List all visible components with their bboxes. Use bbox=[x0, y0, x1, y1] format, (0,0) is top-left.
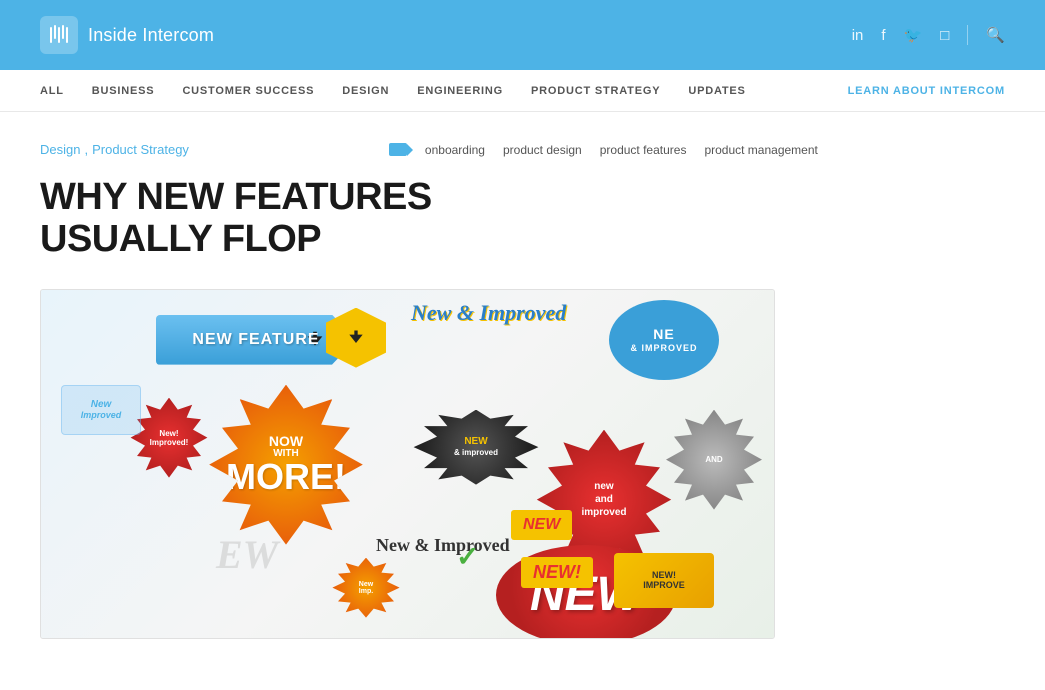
category-tags: Design , Product Strategy bbox=[40, 142, 189, 157]
nav-item-design[interactable]: DESIGN bbox=[328, 70, 403, 112]
badge-grey-starburst: AND bbox=[664, 410, 764, 510]
article-hero-image: NEW FEATURE New & Improved NE & IMPRO bbox=[40, 289, 775, 639]
header-divider bbox=[967, 25, 968, 45]
filter-tags: onboarding product design product featur… bbox=[389, 143, 818, 157]
filter-tag-product-management[interactable]: product management bbox=[704, 143, 817, 157]
nav-item-business[interactable]: BUSINESS bbox=[78, 70, 169, 112]
linkedin-icon[interactable]: in bbox=[852, 27, 864, 44]
facebook-icon[interactable]: f bbox=[881, 27, 885, 44]
badge-new-improved-bottomright: NEW! IMPROVE bbox=[614, 553, 714, 608]
filter-tag-product-features[interactable]: product features bbox=[600, 143, 687, 157]
nav-item-customer-success[interactable]: CUSTOMER SUCCESS bbox=[168, 70, 328, 112]
nav-item-all[interactable]: ALL bbox=[40, 70, 78, 112]
badge-new-blue-script: New Improved bbox=[61, 385, 141, 435]
twitter-icon[interactable]: 🐦 bbox=[904, 26, 923, 44]
tags-row: Design , Product Strategy onboarding pro… bbox=[40, 142, 1005, 157]
badge-new-improved-small: New!Improved! bbox=[129, 398, 209, 478]
rss-icon[interactable]: □ bbox=[940, 27, 949, 44]
nav-item-engineering[interactable]: ENGINEERING bbox=[403, 70, 517, 112]
logo-area[interactable]: Inside Intercom bbox=[40, 16, 214, 54]
badge-new-improved-handwritten: New & Improved bbox=[376, 535, 510, 556]
badge-new-improved-script: New & Improved bbox=[411, 300, 566, 326]
header: Inside Intercom in f 🐦 □ 🔍 bbox=[0, 0, 1045, 70]
header-right: in f 🐦 □ 🔍 bbox=[852, 25, 1005, 45]
logo-icon bbox=[40, 16, 78, 54]
design-tag-link[interactable]: Design bbox=[40, 142, 80, 157]
badge-new-bottom-yellow: NEW! bbox=[521, 557, 593, 588]
tag-label-icon bbox=[389, 143, 407, 156]
collage: NEW FEATURE New & Improved NE & IMPRO bbox=[41, 290, 774, 638]
badge-new-yellow: NEW bbox=[511, 510, 572, 540]
tag-separator: , bbox=[84, 142, 88, 157]
badge-new-improved-black: NEW & improved bbox=[411, 410, 541, 485]
badge-small-bottom: NewImp. bbox=[331, 558, 401, 618]
filter-tag-product-design[interactable]: product design bbox=[503, 143, 582, 157]
article-content: Design , Product Strategy onboarding pro… bbox=[0, 112, 1045, 669]
article-title: WHY NEW FEATURES USUALLY FLOP bbox=[40, 177, 540, 261]
filter-tag-onboarding[interactable]: onboarding bbox=[425, 143, 485, 157]
search-icon[interactable]: 🔍 bbox=[986, 26, 1005, 44]
main-nav: ALL BUSINESS CUSTOMER SUCCESS DESIGN ENG… bbox=[0, 70, 1045, 112]
logo-text: Inside Intercom bbox=[88, 25, 214, 46]
nav-item-updates[interactable]: UPDATES bbox=[674, 70, 759, 112]
product-strategy-tag-link[interactable]: Product Strategy bbox=[92, 142, 189, 157]
nav-cta-button[interactable]: LEARN ABOUT INTERCOM bbox=[848, 85, 1005, 97]
checkmark-icon: ✓ bbox=[456, 540, 479, 573]
badge-ne-improved: NE & IMPROVED bbox=[609, 300, 719, 380]
badge-ew-cursive: EW bbox=[216, 531, 278, 578]
nav-items: ALL BUSINESS CUSTOMER SUCCESS DESIGN ENG… bbox=[40, 70, 848, 112]
nav-item-product-strategy[interactable]: PRODUCT STRATEGY bbox=[517, 70, 674, 112]
badge-now-more: NOW with MORE! bbox=[206, 385, 366, 545]
